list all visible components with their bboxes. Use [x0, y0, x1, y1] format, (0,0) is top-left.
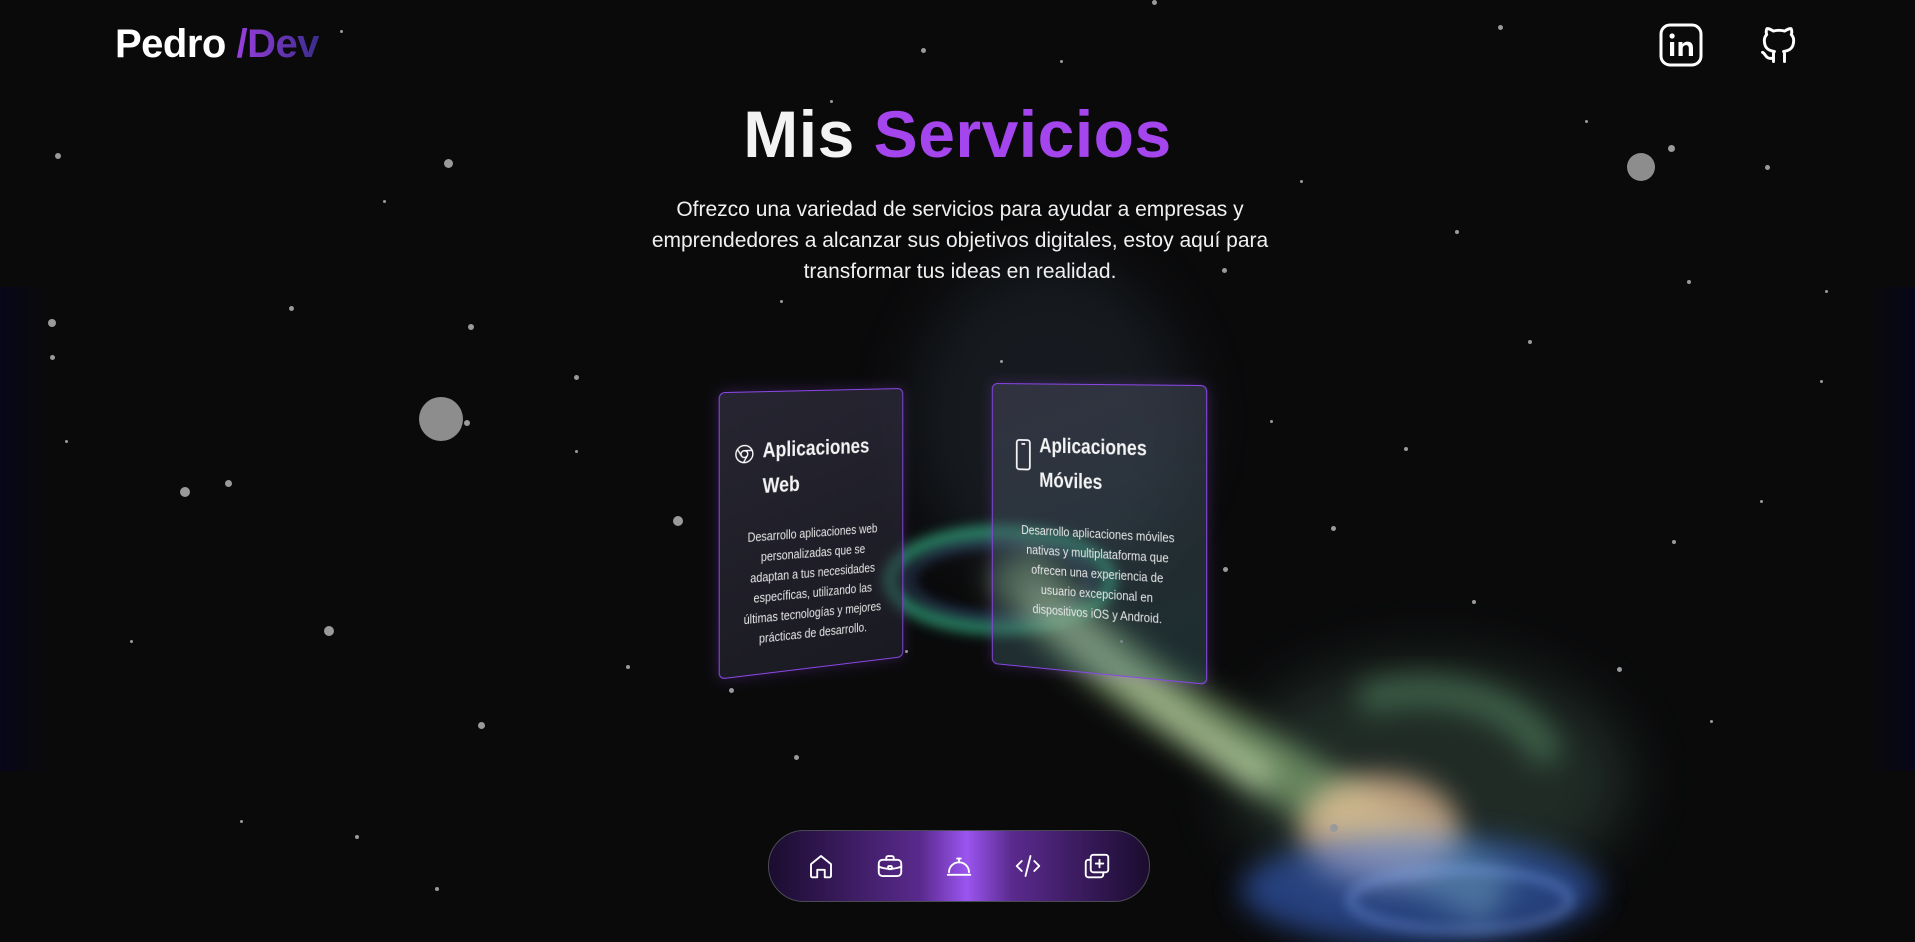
star: [729, 688, 734, 693]
star: [340, 30, 343, 33]
star: [574, 375, 579, 380]
star: [1687, 280, 1691, 284]
add-square-icon: [1084, 853, 1109, 879]
card-title-line: Web: [762, 472, 800, 499]
code-icon: [1015, 855, 1040, 877]
star: [1152, 0, 1157, 5]
linkedin-icon: [1659, 23, 1703, 67]
briefcase-icon: [878, 855, 903, 877]
star: [1000, 360, 1003, 363]
star: [48, 319, 56, 327]
card-description: Desarrollo aplicaciones web personalizad…: [743, 521, 882, 647]
card-title-line: Móviles: [1039, 468, 1103, 495]
star: [1330, 824, 1338, 832]
star: [1404, 447, 1408, 451]
card-title-line: Aplicaciones: [762, 434, 870, 463]
chrome-icon: [734, 443, 754, 464]
star: [794, 755, 799, 760]
star: [1617, 667, 1622, 672]
star: [50, 355, 55, 360]
star: [1820, 380, 1823, 383]
star: [225, 480, 232, 487]
star: [1498, 25, 1503, 30]
home-icon: [810, 855, 833, 879]
star: [921, 48, 926, 53]
star: [905, 650, 908, 653]
nav-contact-button[interactable]: [1073, 842, 1121, 890]
star: [1300, 180, 1303, 183]
service-bell-icon: [946, 857, 972, 876]
planet: [419, 397, 463, 441]
star: [1760, 500, 1763, 503]
star: [1710, 720, 1713, 723]
star: [673, 516, 683, 526]
service-card-web[interactable]: Aplicaciones Web Desarrollo aplicaciones…: [718, 387, 904, 680]
star: [1455, 230, 1459, 234]
star: [1331, 526, 1336, 531]
bottom-nav-dock: [768, 830, 1150, 902]
star: [575, 450, 578, 453]
star: [1270, 420, 1273, 423]
star: [1060, 60, 1063, 63]
card-title-line: Aplicaciones: [1039, 434, 1147, 461]
star: [1223, 567, 1228, 572]
logo-name: Pedro: [115, 22, 226, 66]
star: [130, 640, 133, 643]
card-title: Aplicaciones Móviles: [1039, 429, 1146, 503]
star: [324, 626, 334, 636]
nav-portfolio-button[interactable]: [866, 842, 914, 890]
logo-suffix: /Dev: [236, 22, 319, 66]
star: [780, 300, 783, 303]
star: [435, 887, 439, 891]
star: [468, 324, 474, 330]
logo[interactable]: Pedro /Dev: [115, 22, 319, 67]
page-title: Mis Servicios: [0, 96, 1915, 172]
title-word-2: Servicios: [873, 97, 1172, 171]
github-icon: [1761, 27, 1796, 63]
title-word-1: Mis: [743, 97, 855, 171]
star: [1528, 340, 1532, 344]
nav-services-button[interactable]: [935, 842, 983, 890]
star: [289, 306, 294, 311]
card-title: Aplicaciones Web: [763, 429, 870, 504]
github-link[interactable]: [1756, 22, 1802, 68]
star: [1672, 540, 1676, 544]
star: [464, 420, 470, 426]
service-card-mobile[interactable]: Aplicaciones Móviles Desarrollo aplicaci…: [991, 383, 1208, 685]
star: [180, 487, 190, 497]
smartphone-icon: [1015, 438, 1032, 472]
nav-projects-button[interactable]: [1004, 842, 1052, 890]
linkedin-link[interactable]: [1658, 22, 1704, 68]
star: [355, 835, 359, 839]
star: [626, 665, 630, 669]
star: [478, 722, 485, 729]
card-description: Desarrollo aplicaciones móviles nativas …: [1021, 522, 1175, 627]
star: [1472, 600, 1476, 604]
star: [383, 200, 386, 203]
page: Pedro /Dev Mis Servicios Ofrezco una var…: [0, 0, 1915, 942]
page-subtitle: Ofrezco una variedad de servicios para a…: [651, 198, 1269, 283]
card-header: Aplicaciones Web: [720, 389, 903, 507]
star: [1825, 290, 1828, 293]
nav-home-button[interactable]: [797, 842, 845, 890]
star: [240, 820, 243, 823]
star: [65, 440, 68, 443]
card-header: Aplicaciones Móviles: [993, 384, 1206, 505]
